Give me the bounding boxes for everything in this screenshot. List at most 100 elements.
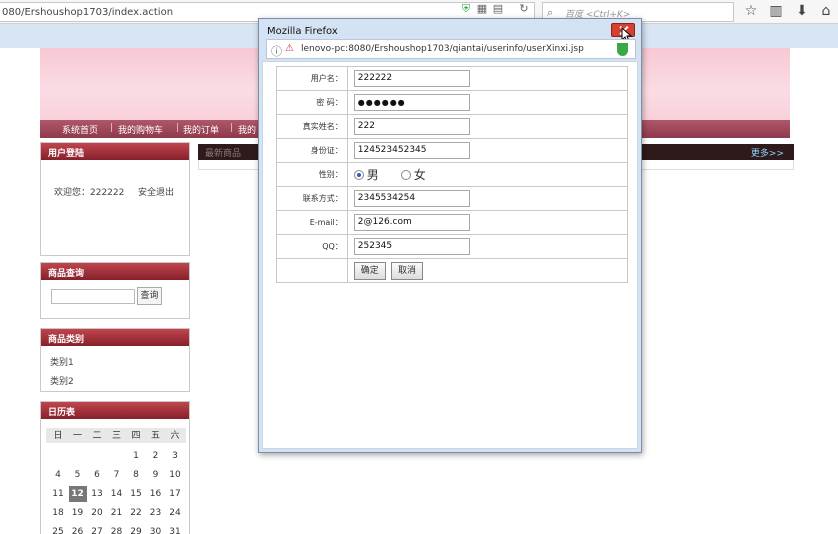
- calendar-day[interactable]: 24: [166, 505, 184, 521]
- password-label: 密 码：: [276, 90, 348, 115]
- calendar-day[interactable]: 9: [147, 467, 165, 483]
- nav-my[interactable]: 我的: [238, 123, 256, 136]
- calendar-day[interactable]: 13: [88, 486, 106, 502]
- calendar-panel: 日历表 日一二三四五六 1 2 3 4 5 6 7 8 9 10 11 12 13 14 15 16 17 18 19…: [40, 401, 190, 534]
- category-item[interactable]: 类别2: [50, 374, 74, 387]
- gender-female-radio[interactable]: [400, 169, 411, 180]
- bookmarks-library-icon[interactable]: ▥: [768, 3, 784, 19]
- home-icon[interactable]: ⌂: [818, 3, 834, 19]
- form-row-idcard: 身份证： 124523452345: [276, 138, 629, 163]
- user-info-form: 用户名： 222222 密 码： ●●●●●● 真实姓名： 222 身份证： 1…: [276, 66, 629, 283]
- calendar-today[interactable]: 12: [68, 486, 87, 502]
- calendar-day[interactable]: 15: [127, 486, 145, 502]
- gender-label: 性别：: [276, 162, 348, 187]
- logout-link[interactable]: 安全退出: [138, 185, 174, 198]
- calendar-day[interactable]: 8: [127, 467, 145, 483]
- calendar-day[interactable]: 4: [49, 467, 67, 483]
- calendar-weekday: 五: [150, 431, 160, 441]
- login-panel-title: 用户登陆: [41, 143, 189, 160]
- idcard-field[interactable]: 124523452345: [353, 142, 470, 159]
- latest-products-title: 最新商品: [205, 149, 242, 159]
- info-icon[interactable]: ⓘ: [271, 43, 282, 59]
- form-row-contact: 联系方式： 2345534254: [276, 186, 629, 211]
- password-field[interactable]: ●●●●●●: [353, 94, 470, 111]
- username-field[interactable]: 222222: [353, 70, 470, 87]
- popup-address-bar: ⓘ ⚠ lenovo-pc:8080/Ershoushop1703/qianta…: [266, 39, 636, 59]
- nav-cart[interactable]: 我的购物车: [118, 123, 163, 136]
- actions-label: [276, 258, 348, 283]
- address-text: 080/Ershoushop1703/index.action: [2, 7, 174, 18]
- search-panel: 商品查询 查询: [40, 262, 190, 319]
- calendar-day[interactable]: 21: [108, 505, 126, 521]
- qq-field[interactable]: 252345: [353, 238, 470, 255]
- popup-title: Mozilla Firefox: [267, 26, 338, 37]
- nav-home[interactable]: 系统首页: [62, 123, 98, 136]
- reload-icon[interactable]: ↻: [518, 3, 530, 15]
- calendar-day[interactable]: 1: [127, 448, 145, 464]
- calendar-day[interactable]: 27: [88, 524, 106, 534]
- bookmark-star-icon[interactable]: ☆: [743, 3, 759, 19]
- gender-male-label: 男: [366, 168, 379, 182]
- calendar-day[interactable]: 19: [69, 505, 87, 521]
- calendar-weekday: 六: [170, 431, 180, 441]
- qr-code-icon[interactable]: ▦: [476, 3, 488, 15]
- calendar-day[interactable]: 3: [166, 448, 184, 464]
- login-panel: 用户登陆 欢迎您：222222 安全退出: [40, 142, 190, 256]
- cancel-button[interactable]: 取消: [390, 261, 423, 280]
- calendar-day[interactable]: 26: [69, 524, 87, 534]
- nav-separator: |: [110, 123, 114, 133]
- calendar-day[interactable]: 16: [147, 486, 165, 502]
- calendar-day[interactable]: 23: [147, 505, 165, 521]
- nav-orders[interactable]: 我的订单: [183, 123, 219, 136]
- more-link[interactable]: 更多>>: [751, 146, 784, 159]
- email-field[interactable]: 2@126.com: [353, 214, 470, 231]
- reader-view-icon[interactable]: ▤: [492, 3, 504, 15]
- search-button[interactable]: 查询: [137, 287, 162, 305]
- form-row-actions: 确定 取消: [276, 258, 629, 283]
- popup-address-text: lenovo-pc:8080/Ershoushop1703/qiantai/us…: [301, 44, 584, 54]
- search-panel-title: 商品查询: [41, 263, 189, 280]
- calendar-day[interactable]: 17: [166, 486, 184, 502]
- form-row-password: 密 码： ●●●●●●: [276, 90, 629, 115]
- calendar-day[interactable]: 30: [147, 524, 165, 534]
- email-label: E-mail：: [276, 210, 348, 235]
- calendar-weekday: 二: [92, 431, 102, 441]
- calendar-day[interactable]: 2: [147, 448, 165, 464]
- qq-label: QQ：: [276, 234, 348, 259]
- calendar-day[interactable]: 5: [69, 467, 87, 483]
- form-row-gender: 性别： 男 女: [276, 162, 629, 187]
- calendar-day[interactable]: 28: [108, 524, 126, 534]
- idcard-label: 身份证：: [276, 138, 348, 163]
- calendar-day[interactable]: 31: [166, 524, 184, 534]
- calendar-day[interactable]: 18: [49, 505, 67, 521]
- insecure-lock-icon[interactable]: ⚠: [285, 43, 294, 54]
- form-row-username: 用户名： 222222: [276, 66, 629, 91]
- gender-male-radio[interactable]: [353, 169, 364, 180]
- calendar-day[interactable]: 14: [108, 486, 126, 502]
- shield-icon[interactable]: [617, 43, 628, 56]
- calendar-day[interactable]: 6: [88, 467, 106, 483]
- category-item[interactable]: 类别1: [50, 355, 74, 368]
- realname-field[interactable]: 222: [353, 118, 470, 135]
- calendar-day[interactable]: 29: [127, 524, 145, 534]
- downloads-icon[interactable]: ⬇: [794, 3, 810, 19]
- calendar-day[interactable]: 7: [108, 467, 126, 483]
- calendar-weekday: 四: [131, 431, 141, 441]
- popup-window: Mozilla Firefox ⓘ ⚠ lenovo-pc:8080/Ersho…: [258, 18, 642, 453]
- calendar-weekday: 一: [72, 431, 82, 441]
- calendar-weekday: 三: [111, 431, 121, 441]
- calendar-weekday: 日: [53, 431, 63, 441]
- form-row-email: E-mail： 2@126.com: [276, 210, 629, 235]
- contact-field[interactable]: 2345534254: [353, 190, 470, 207]
- calendar-day[interactable]: 10: [166, 467, 184, 483]
- calendar-panel-title: 日历表: [41, 402, 189, 419]
- calendar-day[interactable]: 20: [88, 505, 106, 521]
- product-search-input[interactable]: [51, 289, 135, 304]
- calendar-day[interactable]: 25: [49, 524, 67, 534]
- category-panel: 商品类别 类别1 类别2: [40, 328, 190, 392]
- calendar-day[interactable]: 22: [127, 505, 145, 521]
- shield-icon[interactable]: ⛨: [460, 3, 472, 15]
- calendar-day[interactable]: 11: [49, 486, 67, 502]
- category-panel-title: 商品类别: [41, 329, 189, 346]
- confirm-button[interactable]: 确定: [353, 261, 386, 280]
